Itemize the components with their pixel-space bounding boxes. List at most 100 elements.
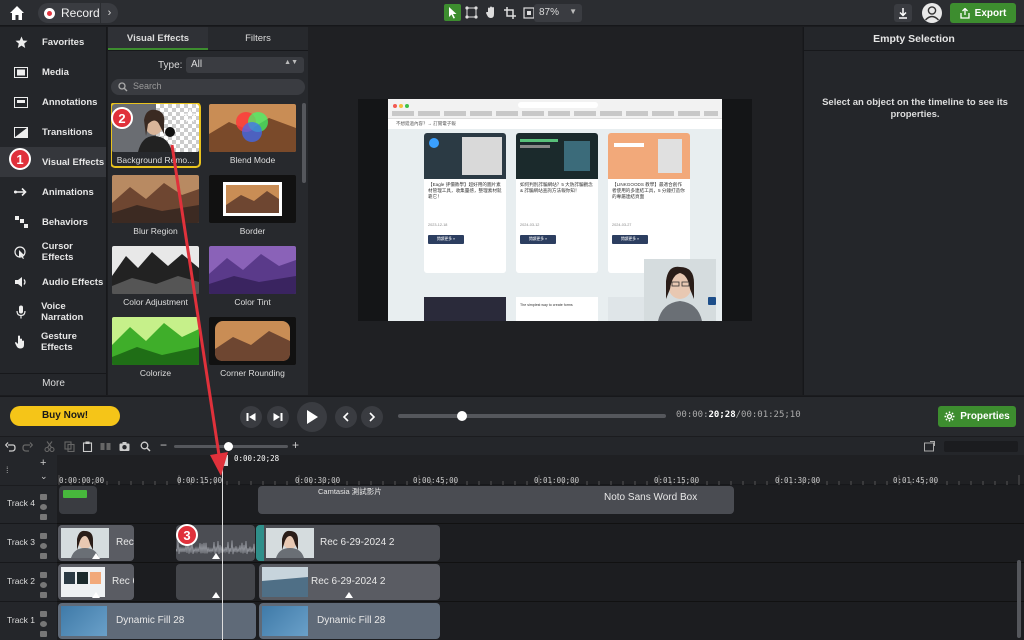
lock-icon[interactable]	[40, 553, 47, 559]
next-button[interactable]	[361, 406, 383, 428]
playback-scrubber[interactable]	[398, 411, 666, 421]
nav-favorites[interactable]: Favorites	[0, 27, 106, 57]
effect-thumb-blur-region[interactable]: Blur Region	[112, 175, 199, 237]
effect-thumb-color-tint[interactable]: Color Tint	[209, 246, 296, 308]
dynamic-fill-clip[interactable]: Dynamic Fill 28	[58, 603, 256, 639]
zoom-select[interactable]: 87% ▼	[534, 4, 582, 22]
redo-icon[interactable]	[22, 441, 33, 452]
edit-points-tool-icon[interactable]	[463, 4, 480, 21]
split-icon[interactable]	[100, 441, 111, 452]
playhead-time: 0:00:20;28	[234, 454, 280, 463]
nav-more-button[interactable]: More	[0, 373, 107, 395]
chevron-down-icon[interactable]: ⌄	[40, 471, 48, 482]
previous-button[interactable]	[335, 406, 357, 428]
chevron-right-icon[interactable]: ›	[100, 3, 118, 23]
lock-icon[interactable]	[40, 631, 47, 637]
add-track-icon[interactable]: +	[40, 457, 46, 469]
playhead-line[interactable]	[222, 465, 223, 640]
record-button[interactable]: Record ›	[38, 3, 118, 23]
paste-icon[interactable]	[82, 441, 93, 452]
track-lane-4[interactable]: Camtasia 測試影片 Noto Sans Word Box	[57, 486, 1024, 524]
select-tool-icon[interactable]	[444, 4, 461, 21]
track-header-3[interactable]: Track 3	[0, 525, 57, 563]
effect-thumb-border[interactable]: Border	[209, 175, 296, 237]
undo-icon[interactable]	[5, 441, 16, 452]
nav-transitions[interactable]: Transitions	[0, 117, 106, 147]
visibility-icon[interactable]	[40, 621, 47, 627]
clip-thumbnail	[266, 528, 314, 558]
canvas-stage[interactable]: 不想錯過內容？→ 訂閱電子報 【Eagle 評價教學】超好用的圖片素材管理工具，…	[358, 99, 752, 321]
tab-visual-effects[interactable]: Visual Effects	[108, 27, 208, 50]
visibility-icon[interactable]	[40, 543, 47, 549]
track-lane-3[interactable]: Rec Rec 6-29-2024 2	[57, 525, 1024, 563]
track-label: Track 2	[7, 576, 36, 586]
visibility-icon[interactable]	[40, 582, 47, 588]
media-clip[interactable]: Rec 6	[58, 564, 134, 600]
nav-animations[interactable]: Animations	[0, 177, 106, 207]
nav-cursor-effects[interactable]: Cursor Effects	[0, 237, 106, 267]
annotation-clip[interactable]	[59, 486, 97, 514]
zoom-out-icon[interactable]: −	[160, 438, 167, 452]
crop-tool-icon[interactable]	[501, 4, 518, 21]
text-clip[interactable]: Camtasia 測試影片 Noto Sans Word Box	[258, 486, 734, 514]
camera-icon[interactable]	[119, 441, 130, 452]
step-forward-button[interactable]	[267, 406, 289, 428]
timeline-ruler[interactable]: 0:00:00;00 0:00:15;00 0:00:30;00 0:00:45…	[57, 455, 1024, 485]
ruler-label: 0:01:45;00	[893, 476, 939, 485]
media-clip-hidden[interactable]	[176, 564, 255, 600]
step-back-button[interactable]	[240, 406, 262, 428]
effects-scrollbar[interactable]	[302, 103, 306, 183]
effect-thumb-color-adjustment[interactable]: Color Adjustment	[112, 246, 199, 308]
tab-filters[interactable]: Filters	[208, 27, 308, 50]
step-badge-3: 3	[176, 524, 198, 546]
lock-icon[interactable]	[40, 494, 47, 500]
effect-thumb-corner-rounding[interactable]: Corner Rounding	[209, 317, 296, 379]
timeline-search[interactable]	[944, 441, 1018, 452]
download-button[interactable]	[894, 4, 912, 22]
visibility-icon[interactable]	[40, 504, 47, 510]
buy-now-button[interactable]: Buy Now!	[10, 406, 120, 426]
nav-annotations[interactable]: Annotations	[0, 87, 106, 117]
media-clip[interactable]: Rec 6-29-2024 2	[256, 525, 440, 561]
user-avatar[interactable]	[922, 3, 942, 23]
search-input[interactable]: Search	[111, 79, 305, 95]
zoom-in-icon[interactable]: +	[292, 438, 299, 452]
type-select[interactable]: All ▲▼	[186, 57, 304, 73]
track-lane-2[interactable]: Rec 6 Rec 6-29-2024 2	[57, 564, 1024, 602]
lock-icon[interactable]	[40, 611, 47, 617]
scrubber-handle[interactable]	[457, 411, 468, 421]
media-clip[interactable]: Rec 6-29-2024 2	[259, 564, 440, 600]
export-button[interactable]: Export	[950, 3, 1016, 23]
nav-behaviors[interactable]: Behaviors	[0, 207, 106, 237]
zoom-slider-handle[interactable]	[224, 442, 233, 451]
track-header-2[interactable]: Track 2	[0, 564, 57, 602]
dynamic-fill-clip[interactable]: Dynamic Fill 28	[259, 603, 440, 639]
copy-icon[interactable]	[64, 441, 75, 452]
lock-icon[interactable]	[40, 572, 47, 578]
track-header-4[interactable]: Track 4	[0, 486, 57, 524]
detach-timeline-icon[interactable]	[924, 441, 935, 452]
track-header-1[interactable]: Track 1	[0, 603, 57, 640]
nav-gesture-effects[interactable]: Gesture Effects	[0, 327, 106, 357]
nav-audio-effects[interactable]: Audio Effects	[0, 267, 106, 297]
effect-thumb-blend-mode[interactable]: Blend Mode	[209, 104, 296, 166]
track-lane-1[interactable]: Dynamic Fill 28 Dynamic Fill 28	[57, 603, 1024, 640]
pan-tool-icon[interactable]	[482, 4, 499, 21]
zoom-value: 87%	[539, 7, 560, 18]
zoom-icon[interactable]	[140, 441, 151, 452]
timeline-scrollbar[interactable]	[1017, 560, 1021, 638]
effect-thumb-colorize[interactable]: Colorize	[112, 317, 199, 379]
lock-icon[interactable]	[40, 592, 47, 598]
nav-media[interactable]: Media	[0, 57, 106, 87]
timeline-zoom-slider[interactable]	[174, 442, 288, 451]
lock-icon[interactable]	[40, 514, 47, 520]
home-icon[interactable]	[8, 4, 26, 22]
cut-icon[interactable]	[44, 441, 55, 452]
lock-icon[interactable]	[40, 533, 47, 539]
type-label: Type:	[158, 60, 183, 71]
nav-voice-narration[interactable]: Voice Narration	[0, 297, 106, 327]
media-clip[interactable]: Rec	[58, 525, 134, 561]
magnet-icon[interactable]: ⁞	[6, 465, 9, 475]
play-button[interactable]	[297, 402, 327, 432]
properties-button[interactable]: Properties	[938, 406, 1016, 427]
